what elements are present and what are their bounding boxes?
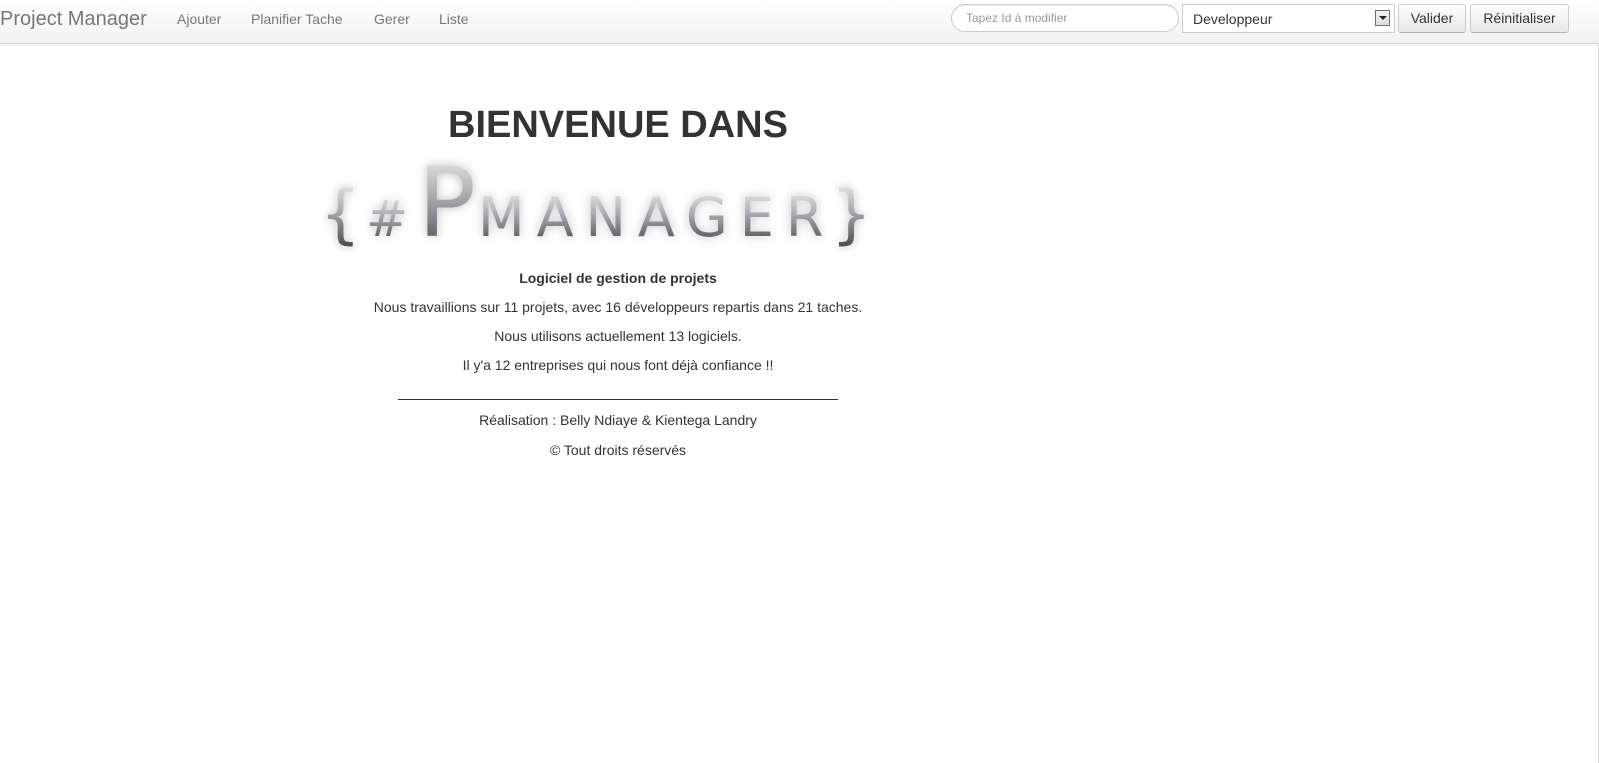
page-title: BIENVENUE DANS bbox=[448, 104, 788, 146]
nav-link-planifier-tache[interactable]: Planifier Tache bbox=[251, 11, 343, 27]
validate-button[interactable]: Valider bbox=[1398, 4, 1466, 33]
pmanager-logo-graphic: { # P MANAGER } { # P MANAGER } bbox=[320, 156, 872, 252]
credits-text: Réalisation : Belly Ndiaye & Kientega La… bbox=[479, 412, 757, 428]
divider bbox=[398, 399, 838, 400]
stats-projects-text: Nous travaillions sur 11 projets, avec 1… bbox=[373, 299, 863, 315]
nav-link-gerer[interactable]: Gerer bbox=[374, 11, 410, 27]
stats-companies-text: Il y'a 12 entreprises qui nous font déjà… bbox=[462, 357, 774, 373]
nav-link-liste[interactable]: Liste bbox=[439, 11, 469, 27]
brand-link[interactable]: Project Manager bbox=[0, 7, 147, 31]
svg-text:#: # bbox=[366, 190, 408, 248]
chevron-down-icon[interactable] bbox=[1375, 10, 1390, 26]
stats-software-text: Nous utilisons actuellement 13 logiciels… bbox=[494, 328, 742, 344]
role-select-value: Developpeur bbox=[1193, 11, 1273, 27]
svg-text:P: P bbox=[418, 156, 476, 252]
subtitle: Logiciel de gestion de projets bbox=[519, 270, 717, 286]
role-select[interactable]: Developpeur bbox=[1182, 4, 1395, 33]
id-search-input[interactable] bbox=[951, 4, 1179, 32]
welcome-section: BIENVENUE DANS { # P MANAGER } {# P MAN… bbox=[318, 100, 918, 460]
svg-text:{: { bbox=[320, 178, 361, 252]
top-navbar: Project Manager Ajouter Planifier Tache … bbox=[0, 0, 1599, 44]
svg-text:MANAGER: MANAGER bbox=[478, 186, 835, 249]
copyright-text: © Tout droits réservés bbox=[549, 442, 687, 458]
pmanager-logo: { # P MANAGER } { # P MANAGER } bbox=[318, 156, 918, 252]
nav-link-ajouter[interactable]: Ajouter bbox=[177, 11, 221, 27]
svg-text:}: } bbox=[831, 178, 872, 252]
reset-button[interactable]: Réinitialiser bbox=[1470, 4, 1569, 33]
